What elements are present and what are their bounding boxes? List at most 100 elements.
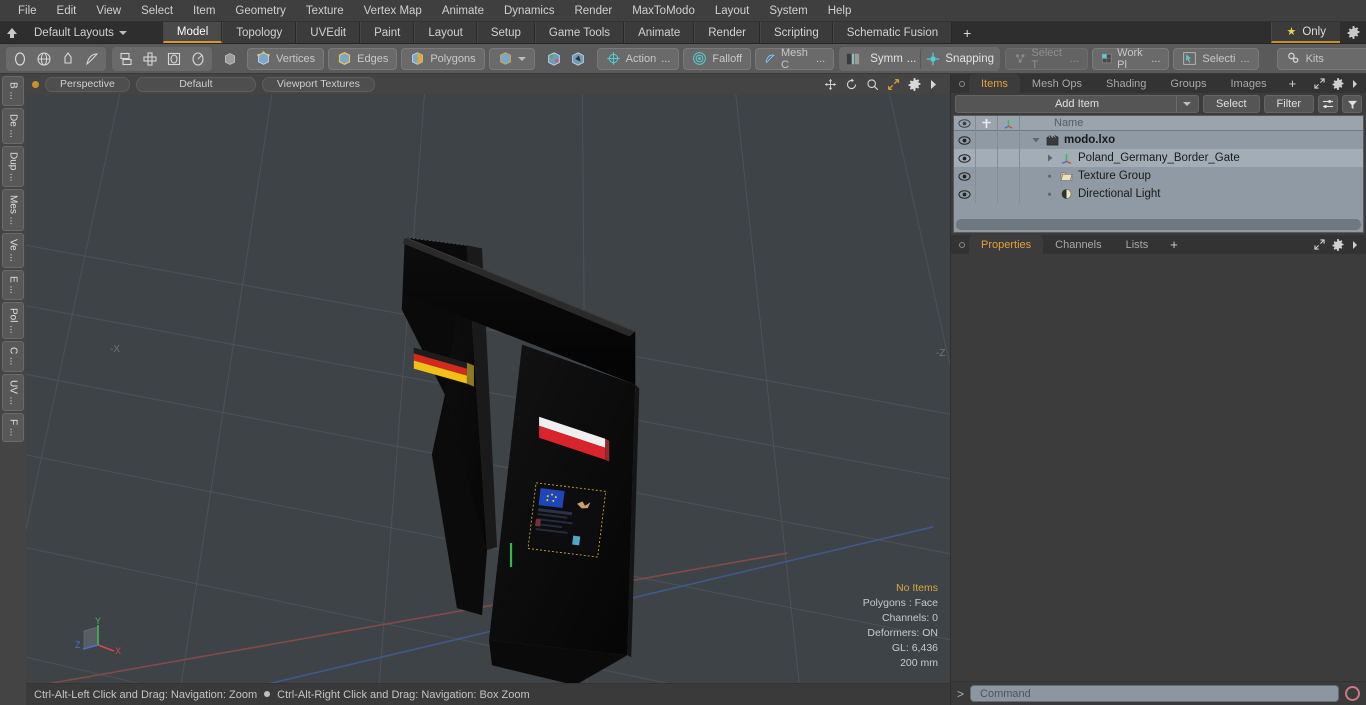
menu-item-geometry[interactable]: Geometry <box>225 0 296 22</box>
row-visibility-eye-icon[interactable] <box>954 167 976 185</box>
circle-tool-icon[interactable] <box>8 48 32 70</box>
row-lock-cell[interactable] <box>976 185 998 203</box>
properties-panel-menu-dot[interactable] <box>955 235 969 254</box>
left-tab-mesh-edit[interactable]: Mes ... <box>2 189 24 232</box>
snapping-button[interactable]: Snapping <box>920 47 998 70</box>
filter-button[interactable]: Filter <box>1263 95 1314 113</box>
record-macro-icon[interactable] <box>1345 686 1360 701</box>
tab-animate[interactable]: Animate <box>624 22 695 43</box>
action-center-button[interactable]: Action ... <box>596 47 680 70</box>
edges-mode-button[interactable]: Edges <box>328 47 398 70</box>
pan-icon[interactable] <box>824 78 837 91</box>
list-item[interactable]: Directional Light <box>1020 188 1160 200</box>
viewport-shading-selector[interactable]: Default <box>135 76 256 92</box>
list-options-icon[interactable] <box>1318 95 1338 113</box>
symmetry-button[interactable]: Symm ... <box>841 48 920 70</box>
default-layouts-dropdown[interactable]: Default Layouts <box>24 22 137 43</box>
select-through-icon[interactable] <box>566 48 590 70</box>
filter-funnel-icon[interactable] <box>1342 95 1362 113</box>
viewport-textures-selector[interactable]: Viewport Textures <box>261 76 375 92</box>
selection-sets-button[interactable]: Selecti ... <box>1173 47 1259 70</box>
panel-expand-arrow-icon[interactable] <box>1351 240 1359 250</box>
3d-viewport[interactable]: -X -Z Y X Z No Items Polygons : Face Cha… <box>26 94 950 683</box>
viewport-expand-arrow-icon[interactable] <box>929 79 938 90</box>
left-tab-uv[interactable]: UV ... <box>2 373 24 411</box>
add-tab-button[interactable]: + <box>952 22 983 43</box>
tab-uvedit[interactable]: UVEdit <box>296 22 361 43</box>
command-input[interactable]: Command <box>970 685 1339 702</box>
row-transform-cell[interactable] <box>998 131 1020 149</box>
polygons-mode-button[interactable]: Polygons <box>401 47 485 70</box>
item-mode-icon[interactable] <box>219 48 241 70</box>
left-tab-duplicate[interactable]: Dup ... <box>2 145 24 188</box>
align-tool-icon[interactable] <box>114 48 138 70</box>
tab-layout[interactable]: Layout <box>414 22 477 43</box>
component-mode-dropdown[interactable] <box>488 47 535 70</box>
tab-schematic-fusion[interactable]: Schematic Fusion <box>832 22 953 43</box>
menu-item-animate[interactable]: Animate <box>432 0 494 22</box>
rotate-icon[interactable] <box>845 77 858 91</box>
panel-gear-icon[interactable] <box>1332 77 1344 90</box>
tab-images[interactable]: Images <box>1219 74 1279 93</box>
select-connected-icon[interactable] <box>542 48 566 70</box>
tab-channels[interactable]: Channels <box>1043 235 1113 254</box>
item-list[interactable]: Name modo.lxo Poland_Germany_Border_Gate… <box>953 115 1364 233</box>
table-row[interactable]: modo.lxo <box>954 131 1363 149</box>
kits-button[interactable]: Kits <box>1276 47 1366 70</box>
fit-view-icon[interactable] <box>887 78 900 91</box>
orientation-gizmo[interactable]: Y X Z <box>72 617 124 665</box>
left-tab-polygon[interactable]: Pol ... <box>2 301 24 340</box>
menu-item-help[interactable]: Help <box>818 0 862 22</box>
square-tool-icon[interactable] <box>162 48 186 70</box>
tab-items[interactable]: Items <box>969 74 1020 93</box>
menu-item-dynamics[interactable]: Dynamics <box>494 0 564 22</box>
row-transform-cell[interactable] <box>998 185 1020 203</box>
maximize-panel-icon[interactable] <box>1314 239 1325 250</box>
viewport-view-selector[interactable]: Perspective <box>45 76 130 92</box>
item-list-horizontal-scrollbar[interactable] <box>956 219 1361 230</box>
row-lock-cell[interactable] <box>976 131 998 149</box>
zoom-icon[interactable] <box>866 78 879 91</box>
menu-item-select[interactable]: Select <box>131 0 183 22</box>
add-item-button[interactable]: Add Item <box>955 95 1199 113</box>
tab-scripting[interactable]: Scripting <box>759 22 833 43</box>
tab-model[interactable]: Model <box>162 22 223 43</box>
panel-expand-arrow-icon[interactable] <box>1351 79 1359 89</box>
left-tab-curve[interactable]: C ... <box>2 341 24 372</box>
add-properties-tab-button[interactable]: + <box>1160 235 1188 254</box>
menu-item-texture[interactable]: Texture <box>296 0 354 22</box>
row-transform-cell[interactable] <box>998 149 1020 167</box>
row-visibility-eye-icon[interactable] <box>954 131 976 149</box>
expand-triangle-icon[interactable] <box>1032 136 1041 144</box>
center-tool-icon[interactable] <box>138 48 162 70</box>
work-plane-button[interactable]: Work Pl ... <box>1091 47 1170 71</box>
tab-render[interactable]: Render <box>694 22 760 43</box>
viewport-menu-dot[interactable] <box>32 80 39 88</box>
select-through-mode-button[interactable]: Select T ... <box>1005 47 1088 71</box>
panel-gear-icon[interactable] <box>1332 238 1344 251</box>
maximize-panel-icon[interactable] <box>1314 78 1325 89</box>
tab-topology[interactable]: Topology <box>222 22 297 43</box>
left-tab-basic[interactable]: B ... <box>2 76 24 106</box>
menu-item-vertex-map[interactable]: Vertex Map <box>354 0 432 22</box>
list-item[interactable]: Texture Group <box>1020 170 1151 182</box>
tab-properties[interactable]: Properties <box>969 235 1044 254</box>
left-tab-deform[interactable]: De ... <box>2 107 24 144</box>
gear-icon[interactable] <box>1340 22 1366 43</box>
table-row[interactable]: Texture Group <box>954 167 1363 185</box>
menu-item-system[interactable]: System <box>759 0 817 22</box>
curve-tool-icon[interactable] <box>80 48 104 70</box>
home-icon[interactable] <box>0 22 24 43</box>
expand-triangle-icon[interactable] <box>1046 154 1055 162</box>
menu-item-view[interactable]: View <box>86 0 131 22</box>
left-tab-edge[interactable]: E ... <box>2 269 24 300</box>
globe-tool-icon[interactable] <box>32 48 56 70</box>
menu-item-render[interactable]: Render <box>564 0 622 22</box>
menu-item-file[interactable]: File <box>8 0 47 22</box>
row-lock-cell[interactable] <box>976 149 998 167</box>
menu-item-edit[interactable]: Edit <box>47 0 87 22</box>
tab-shading[interactable]: Shading <box>1094 74 1158 93</box>
row-visibility-eye-icon[interactable] <box>954 149 976 167</box>
list-item[interactable]: modo.lxo <box>1020 134 1115 146</box>
menu-item-maxtomodo[interactable]: MaxToModo <box>622 0 705 22</box>
